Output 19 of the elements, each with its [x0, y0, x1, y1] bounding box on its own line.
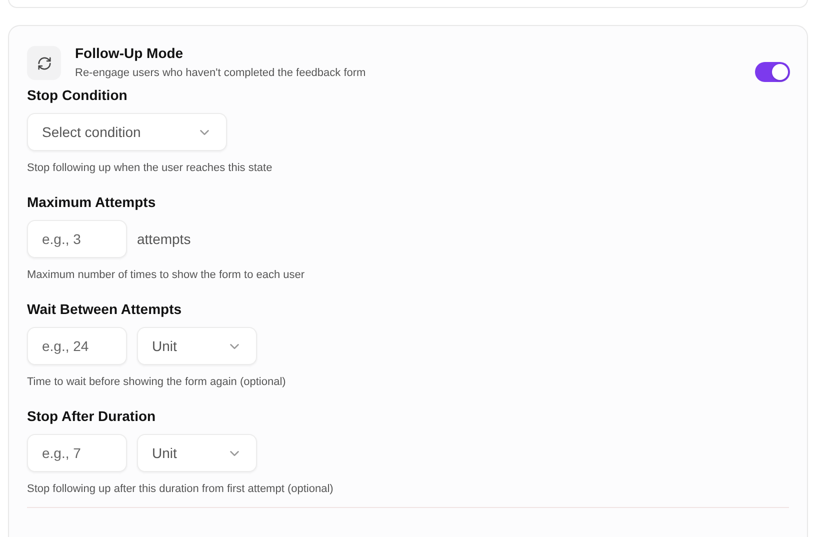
- input-field[interactable]: e.g., 24: [27, 327, 127, 365]
- help-text: Stop following up when the user reaches this state: [27, 161, 274, 175]
- help-text: Maximum number of times to show the form to each user: [27, 268, 306, 282]
- field-label: Wait Between Attempts: [27, 300, 183, 318]
- select-dropdown[interactable]: Select condition: [27, 113, 227, 151]
- input-field[interactable]: e.g., 3: [27, 220, 127, 258]
- help-text: Stop following up after this duration from first attempt (optional): [27, 482, 334, 496]
- select-dropdown[interactable]: Unit: [137, 327, 257, 365]
- unit-label: attempts: [137, 230, 191, 249]
- field-label: Maximum Attempts: [27, 193, 157, 211]
- toggle-switch[interactable]: [755, 62, 790, 82]
- refresh-icon: [36, 56, 52, 70]
- field-label: Stop Condition: [27, 86, 128, 104]
- select-dropdown[interactable]: Unit: [137, 434, 257, 472]
- input-field[interactable]: e.g., 7: [27, 434, 127, 472]
- section-title: Follow-Up Mode: [75, 45, 184, 61]
- help-text: Time to wait before showing the form again (optional): [27, 375, 287, 389]
- section-description: Re-engage users who haven't completed the feedback form: [75, 66, 367, 81]
- field-label: Stop After Duration: [27, 407, 157, 425]
